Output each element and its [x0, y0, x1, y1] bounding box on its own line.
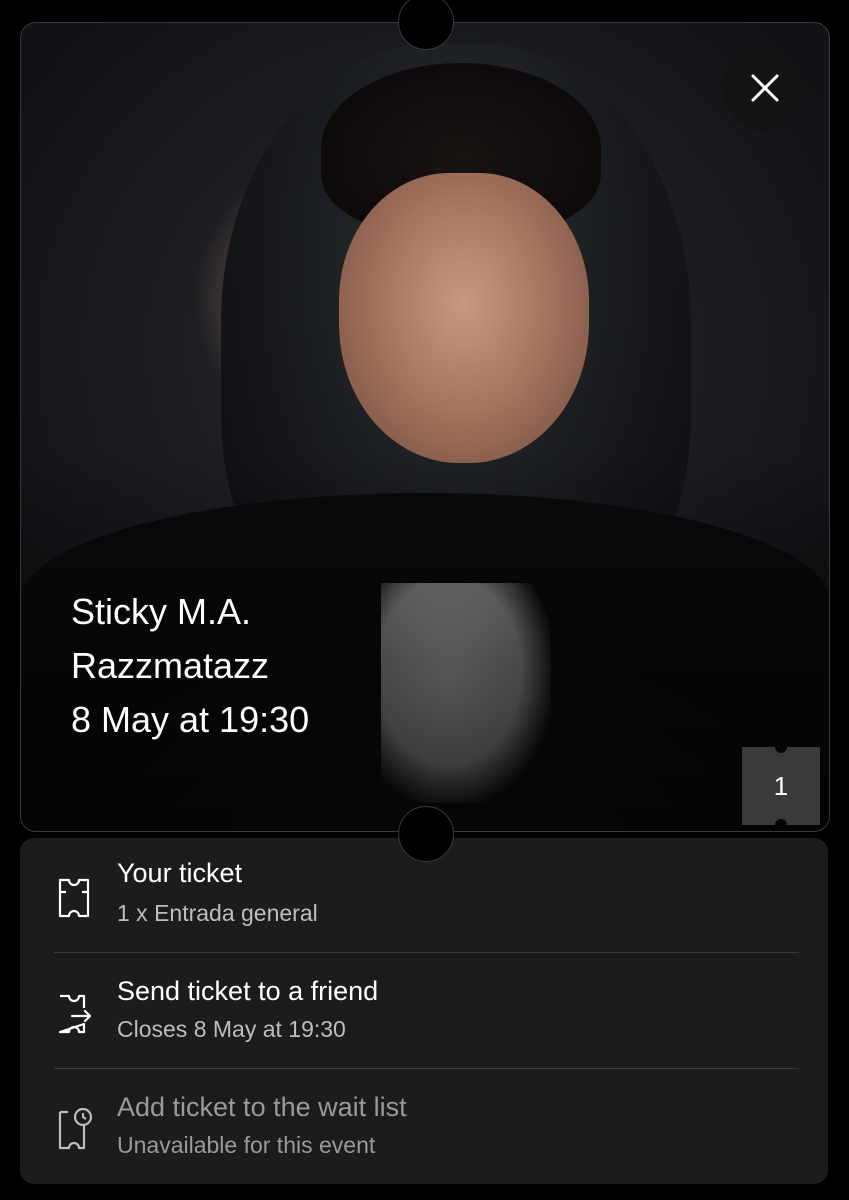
your-ticket-title: Your ticket: [117, 858, 243, 888]
event-datetime: 8 May at 19:30: [71, 699, 310, 740]
event-info: Sticky M.A. Razzmatazz 8 May at 19:30: [71, 585, 309, 747]
send-ticket-row[interactable]: Send ticket to a friend Closes 8 May at …: [20, 954, 828, 1070]
ticket-count-badge: 1: [742, 747, 820, 825]
ticket-options-panel: Your ticket 1 x Entrada general Send tic…: [20, 838, 828, 1184]
close-icon: [751, 74, 779, 102]
send-ticket-icon: [58, 994, 92, 1034]
ticket-icon: [58, 878, 90, 918]
venue-name: Razzmatazz: [71, 645, 270, 686]
ticket-notch-bottom: [398, 806, 454, 862]
send-ticket-subtitle: Closes 8 May at 19:30: [117, 1016, 346, 1042]
event-ticket-card: Sticky M.A. Razzmatazz 8 May at 19:30 1: [20, 22, 830, 832]
photo-face: [339, 173, 589, 463]
divider: [54, 1068, 799, 1069]
send-ticket-title: Send ticket to a friend: [117, 976, 379, 1006]
ticket-count: 1: [773, 770, 789, 801]
waitlist-title: Add ticket to the wait list: [117, 1092, 407, 1122]
ticket-detail-screen: Sticky M.A. Razzmatazz 8 May at 19:30 1 …: [0, 0, 849, 1200]
waitlist-clock-icon: [58, 1107, 93, 1150]
close-button[interactable]: [722, 45, 808, 131]
waitlist-subtitle: Unavailable for this event: [117, 1132, 376, 1158]
divider: [54, 952, 799, 953]
your-ticket-subtitle: 1 x Entrada general: [117, 900, 318, 926]
artist-name: Sticky M.A.: [71, 591, 252, 632]
waitlist-row[interactable]: Add ticket to the wait list Unavailable …: [20, 1070, 828, 1184]
